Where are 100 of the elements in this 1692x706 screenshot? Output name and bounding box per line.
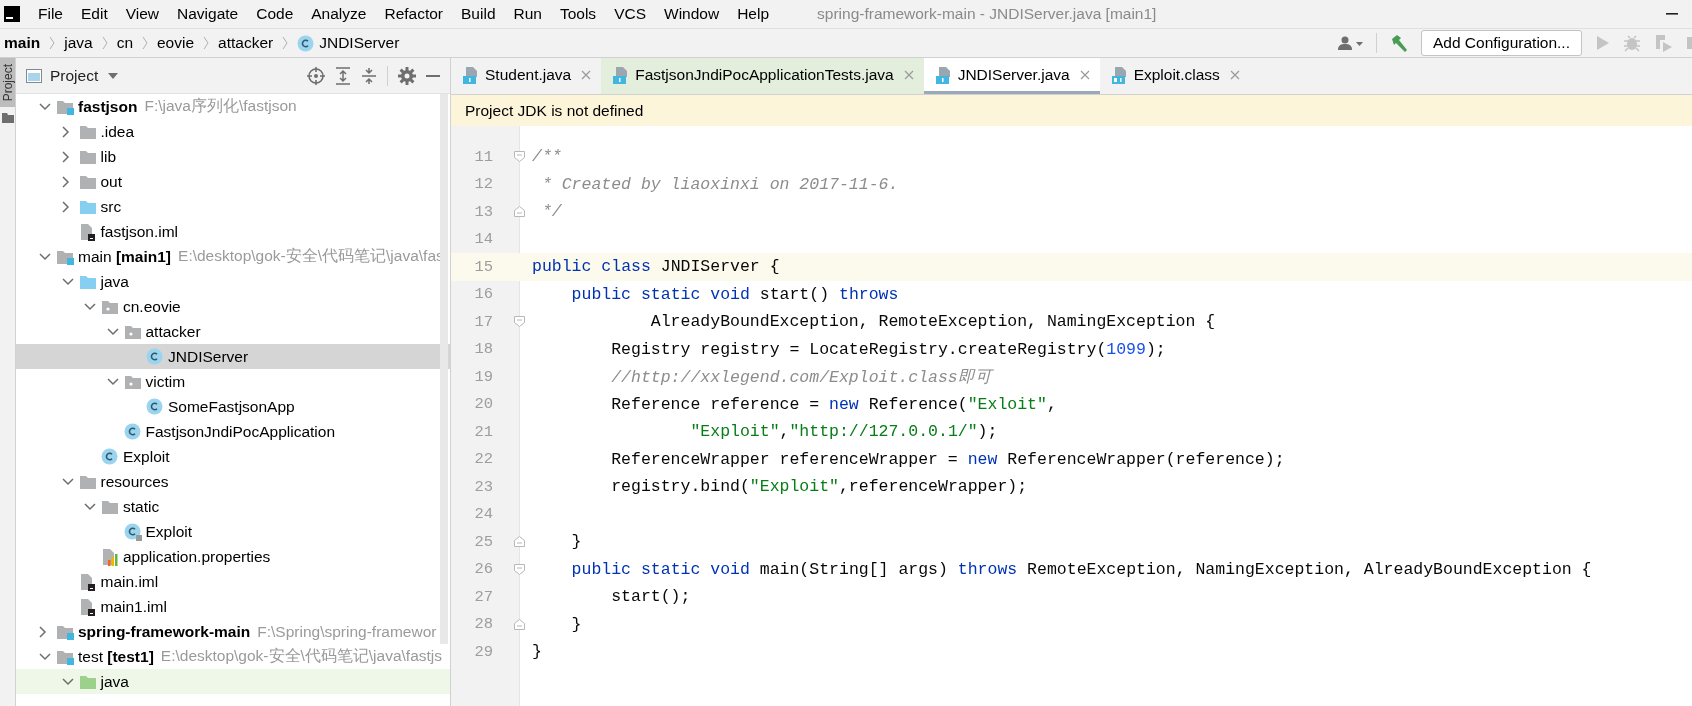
code-line: public static void main(String[] args) throws RemoteException, NamingException, AlreadyBoundException { <box>570 558 1593 581</box>
line-number: 17 <box>473 312 493 331</box>
module-folder-icon <box>56 648 74 665</box>
line-number: 29 <box>473 642 493 661</box>
tree-item[interactable]: lib <box>16 144 450 169</box>
tree-item[interactable]: static <box>16 494 450 519</box>
folder-icon <box>101 498 119 515</box>
code-line: */ <box>540 201 563 224</box>
breadcrumb-item[interactable]: JNDIServer <box>297 34 400 52</box>
breadcrumb-item[interactable]: eovie <box>157 34 195 52</box>
menu-item[interactable]: Help <box>737 5 770 23</box>
line-number: 27 <box>473 587 493 606</box>
folder-icon <box>78 173 97 190</box>
tree-item[interactable]: cn.eovie <box>16 294 450 319</box>
close-icon <box>1079 69 1090 80</box>
menu-item[interactable]: Run <box>513 5 542 23</box>
run-configuration-button[interactable]: Add Configuration... <box>1421 30 1582 56</box>
tree-item[interactable]: Exploit <box>16 519 450 544</box>
menu-item[interactable]: Analyze <box>311 5 367 23</box>
scrollbar[interactable] <box>440 94 448 644</box>
bug-icon <box>1622 33 1642 53</box>
locate-icon <box>307 66 325 85</box>
folder-icon <box>78 148 97 165</box>
caret-icon <box>108 71 119 80</box>
tree-item[interactable]: SomeFastjsonApp <box>16 394 450 419</box>
line-number: 12 <box>473 175 493 194</box>
settings-icon <box>398 66 416 85</box>
menu-item[interactable]: Code <box>256 5 294 23</box>
tree-item[interactable]: java <box>16 269 450 294</box>
tree-item[interactable]: fastjson F:\java序列化\fastjson <box>16 94 450 119</box>
folder-icon <box>78 123 97 140</box>
menu-item[interactable]: View <box>125 5 160 23</box>
collapse-all-icon <box>361 66 377 85</box>
tool-window-tab[interactable]: Project <box>0 58 15 108</box>
editor-tab[interactable]: Student.java <box>451 58 602 94</box>
code-line: AlreadyBoundException, RemoteException, NamingException { <box>649 311 1217 334</box>
tree-item[interactable]: fastjson.iml <box>16 219 450 244</box>
chevron-icon <box>202 35 211 51</box>
app-icon <box>4 6 20 22</box>
line-number: 22 <box>473 450 493 469</box>
code-line: Reference reference = new Reference("Exloit", <box>610 393 1058 416</box>
menu-item[interactable]: Edit <box>81 5 108 23</box>
editor-tab[interactable]: FastjsonJndiPocApplicationTests.java <box>601 58 924 94</box>
tree-item[interactable]: victim <box>16 369 450 394</box>
class-icon <box>146 398 163 415</box>
breadcrumb-item[interactable]: cn <box>116 34 133 52</box>
tree-item[interactable]: spring-framework-main F:\Spring\spring-framewor <box>16 619 450 644</box>
file-icon <box>78 597 95 616</box>
java-file-icon <box>935 65 952 84</box>
menu-item[interactable]: Tools <box>559 5 597 23</box>
breadcrumb-item[interactable]: java <box>64 34 93 52</box>
folder-icon <box>78 473 97 490</box>
tree-item[interactable]: main1.iml <box>16 594 450 619</box>
close-icon <box>1229 69 1240 80</box>
line-number: 20 <box>473 395 493 414</box>
menu-item[interactable]: Navigate <box>177 5 239 23</box>
menu-item[interactable]: Refactor <box>384 5 444 23</box>
editor-tab[interactable]: JNDIServer.java <box>923 58 1100 94</box>
package-icon <box>123 373 142 390</box>
tree-item[interactable]: FastjsonJndiPocApplication <box>16 419 450 444</box>
window-title: spring-framework-main - JNDIServer.java [main1] <box>817 5 1157 23</box>
tree-item[interactable]: Exploit <box>16 444 450 469</box>
tree-item[interactable]: .idea <box>16 119 450 144</box>
menu-item[interactable]: Window <box>664 5 720 23</box>
tree-item[interactable]: JNDIServer <box>16 344 450 369</box>
module-folder-icon <box>56 623 74 640</box>
line-number: 11 <box>473 147 493 166</box>
notification-banner: Project JDK is not defined <box>451 95 1692 126</box>
tree-item[interactable]: main.iml <box>16 569 450 594</box>
panel-icon <box>26 68 42 83</box>
user-icon <box>1338 35 1364 51</box>
folder-icon <box>78 673 97 690</box>
menu-item[interactable]: File <box>38 5 63 23</box>
close-icon <box>581 69 592 80</box>
breadcrumb-item[interactable]: attacker <box>218 34 274 52</box>
panel-title[interactable]: Project <box>50 66 99 85</box>
editor-tab[interactable]: Exploit.class <box>1099 58 1250 94</box>
binary-file-icon <box>1111 65 1128 84</box>
close-icon <box>903 69 914 80</box>
code-line: "Exploit","http://127.0.0.1/"); <box>689 421 999 444</box>
file-icon <box>78 572 95 591</box>
menu-item[interactable]: VCS <box>614 5 646 23</box>
chevron-icon <box>141 35 149 51</box>
tree-item[interactable]: java <box>16 669 450 694</box>
folder-icon <box>78 273 97 290</box>
tree-item[interactable]: resources <box>16 469 450 494</box>
code-line: } <box>570 613 583 636</box>
tree-item[interactable]: attacker <box>16 319 450 344</box>
tree-item[interactable]: application.properties <box>16 544 450 569</box>
tree-item[interactable]: test [test1] E:\desktop\gok-安全\代码笔记\java\fastjs <box>16 644 450 669</box>
class-icon <box>146 348 163 365</box>
line-number: 23 <box>473 477 493 496</box>
breadcrumb-item[interactable]: main <box>4 34 41 52</box>
code-line: * Created by liaoxinxi on 2017-11-6. <box>540 173 900 196</box>
menu-item[interactable]: Build <box>461 5 496 23</box>
minimize-icon <box>1666 13 1678 15</box>
java-file-icon <box>463 65 479 84</box>
code-line: ReferenceWrapper referenceWrapper = new ReferenceWrapper(reference); <box>610 448 1286 471</box>
tree-item[interactable]: src <box>16 194 450 219</box>
tree-item[interactable]: out <box>16 169 450 194</box>
